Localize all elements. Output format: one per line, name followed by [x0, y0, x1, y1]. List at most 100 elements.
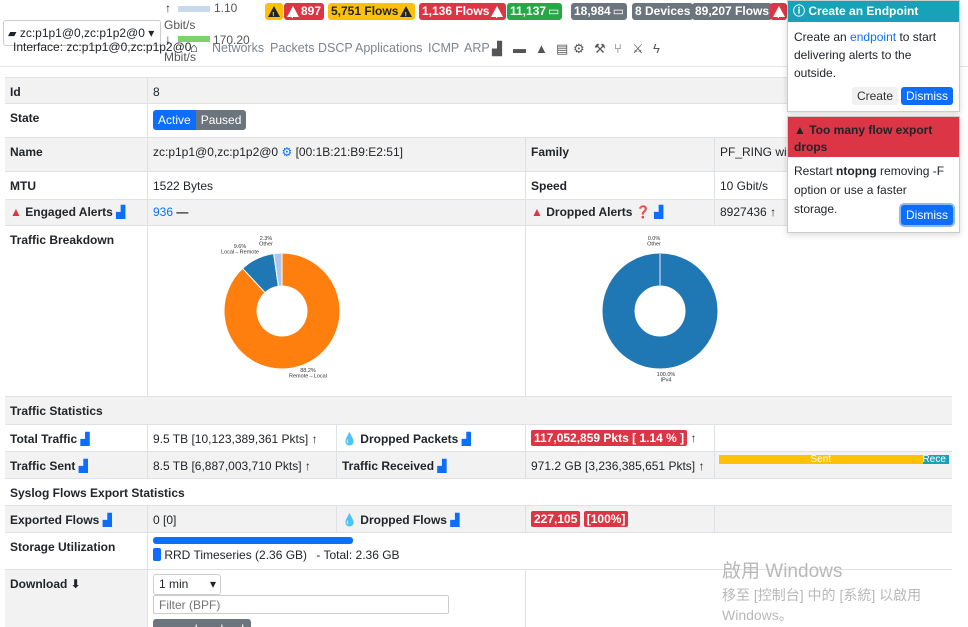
chart-area-icon[interactable]: ▟	[116, 205, 125, 219]
filter-off-icon[interactable]: ⚔	[632, 41, 644, 57]
interface-selector-value: zc:p1p1@0,zc:p1p2@0	[19, 26, 145, 40]
bolt-icon[interactable]: ϟ	[653, 41, 660, 56]
row-total-traffic: Total Traffic ▟ 9.5 TB [10,123,389,361 P…	[5, 424, 952, 451]
caret-down-icon: ▾	[209, 577, 216, 591]
row-traffic-breakdown: Traffic Breakdown 88.2% Remote→Local 9.6% L…	[5, 225, 952, 396]
remote-hosts-badge[interactable]: 18,984 ▭	[571, 3, 628, 20]
nav-packets[interactable]: Packets	[270, 41, 314, 55]
dropped-flows-value: 227,105	[531, 511, 581, 527]
home-icon[interactable]: ⌂	[190, 40, 198, 55]
warning-icon: ▲	[10, 205, 22, 219]
dropped-alerts-cell: ▲ Dropped Alerts ❓ ▟	[525, 200, 714, 225]
laptop-icon: ▭	[548, 4, 560, 18]
engaged-alerts-value[interactable]: 936	[153, 205, 173, 219]
traffic-sent-value-cell: 8.5 TB [6,887,003,710 Pkts] ↑	[147, 452, 336, 478]
alerted-flows-badge[interactable]: 1,136 Flows	[419, 3, 507, 24]
mtu-value: 1522 Bytes	[147, 172, 525, 199]
chart-area-icon[interactable]: ▟	[103, 513, 112, 527]
sent-received-bar: Sent Rece	[719, 455, 949, 464]
pcap-download-button[interactable]: pcap download	[153, 619, 252, 627]
hdd-icon[interactable]: ▬	[513, 41, 526, 56]
warning-flows-badge[interactable]: 5,751 Flows	[328, 3, 416, 24]
nav-dscp[interactable]: DSCP	[318, 41, 353, 55]
state-paused-button[interactable]: Paused	[195, 110, 247, 130]
traffic-sent-label: Traffic Sent	[10, 459, 76, 473]
devices-badge[interactable]: 8 Devices	[632, 3, 694, 20]
endpoint-link[interactable]: endpoint	[850, 30, 896, 44]
chart-area-icon[interactable]: ▟	[437, 459, 446, 473]
pie-category-label: Other	[259, 242, 273, 248]
traffic-sent-cell: Traffic Sent ▟	[5, 452, 147, 478]
truncated-alert-badge[interactable]	[770, 3, 787, 24]
breakdown-chart-1-cell: 88.2% Remote→Local 9.6% Local→Remote 2.3% Oth…	[147, 226, 525, 396]
cog-icon[interactable]: ⚙	[281, 145, 292, 159]
file-icon[interactable]: ▤	[556, 41, 568, 57]
dismiss-drops-button[interactable]: Dismiss	[901, 205, 953, 225]
arrow-up-icon: ↑	[311, 432, 318, 446]
name-cell: zc:p1p1@0,zc:p1p2@0 ⚙ [00:1B:21:B9:E2:51…	[147, 138, 525, 171]
nav-applications[interactable]: Applications	[355, 41, 422, 55]
pie-category-label: IPv4	[660, 378, 671, 384]
row-syslog-statistics: Syslog Flows Export Statistics	[5, 478, 952, 505]
traffic-received-label: Traffic Received	[342, 459, 435, 473]
sent-bar-segment: Sent	[719, 455, 923, 464]
dropped-packets-value-cell: 117,052,859 Pkts [ 1.14 % ] ↑	[525, 425, 714, 451]
nav-icmp[interactable]: ICMP	[428, 41, 459, 55]
arrow-up-icon: ↑	[770, 205, 777, 219]
storage-total: - Total: 2.36 GB	[316, 548, 400, 562]
chart-area-icon[interactable]: ▟	[450, 513, 459, 527]
flows-badge[interactable]: 89,207 Flows	[692, 3, 773, 20]
alerts-warning-badge[interactable]	[265, 3, 283, 24]
warning-nav-icon[interactable]: ▲	[535, 41, 548, 56]
pie-slice-remote-to-local	[223, 252, 341, 370]
ethernet-icon: ▰	[8, 28, 17, 40]
arrow-up-icon: ↑	[698, 459, 705, 473]
tint-icon: 💧	[342, 513, 357, 527]
exported-flows-label: Exported Flows	[10, 513, 100, 527]
dropped-flows-label: Dropped Flows	[360, 513, 447, 527]
name-value: zc:p1p1@0,zc:p1p2@0	[153, 145, 279, 159]
state-active-button[interactable]: Active	[153, 110, 196, 130]
laptop-icon: ▭	[612, 4, 625, 18]
warning-icon	[400, 6, 413, 24]
engaged-alerts-badge[interactable]: 897	[284, 3, 325, 24]
dropped-flows-pct: [100%]	[583, 511, 629, 527]
chart-area-icon[interactable]: ▟	[462, 432, 471, 446]
chart-area-icon[interactable]: ▟	[80, 432, 89, 446]
dismiss-button[interactable]: Dismiss	[901, 87, 953, 105]
bpf-filter-input[interactable]	[153, 595, 449, 614]
create-button[interactable]: Create	[851, 87, 898, 105]
traffic-direction-pie: 88.2%Remote→Local9.6%Local→Remote2.3%Oth…	[221, 236, 341, 380]
code-branch-icon[interactable]: ⑂	[614, 41, 622, 56]
dropped-flows-value-cell: 227,105 [100%]	[525, 506, 714, 532]
exported-flows-value: 0 [0]	[147, 506, 336, 532]
download-icon: ⬇	[70, 577, 81, 591]
nav-networks[interactable]: Networks	[212, 41, 264, 55]
breakdown-label: Traffic Breakdown	[10, 233, 115, 247]
total-traffic-label: Total Traffic	[10, 432, 78, 446]
tint-icon: 💧	[342, 432, 357, 446]
warning-icon	[287, 6, 299, 24]
cog-icon[interactable]: ⚙	[573, 41, 585, 57]
total-traffic-cell: Total Traffic ▟	[5, 425, 147, 451]
engaged-alerts-value-cell: 936 —	[147, 200, 525, 225]
exported-flows-cell: Exported Flows ▟	[5, 506, 147, 532]
chart-area-icon[interactable]: ▟	[654, 205, 663, 219]
dropped-packets-value: 117,052,859 Pkts [ 1.14 % ]	[531, 430, 688, 446]
nav-arp[interactable]: ARP	[464, 41, 490, 55]
chart-area-icon[interactable]: ▟	[492, 41, 502, 57]
hosts-badge[interactable]: 11,137 ▭	[507, 3, 563, 20]
question-circle-icon[interactable]: ❓	[636, 205, 651, 219]
id-label: Id	[10, 85, 21, 99]
upload-speed: 1.10	[214, 1, 238, 15]
chart-area-icon[interactable]: ▟	[79, 459, 88, 473]
wrench-icon[interactable]: ⚒	[594, 41, 606, 57]
warning-icon	[773, 6, 785, 24]
dropped-alerts-label: Dropped Alerts	[546, 205, 633, 219]
dropped-packets-label: Dropped Packets	[360, 432, 459, 446]
create-endpoint-body: Create an endpoint to start delivering a…	[794, 30, 937, 80]
speed-label: Speed	[525, 172, 714, 199]
duration-select[interactable]: 1 min ▾	[153, 574, 221, 595]
download-label: Download	[10, 577, 68, 591]
pie-category-label: Other	[647, 242, 661, 248]
